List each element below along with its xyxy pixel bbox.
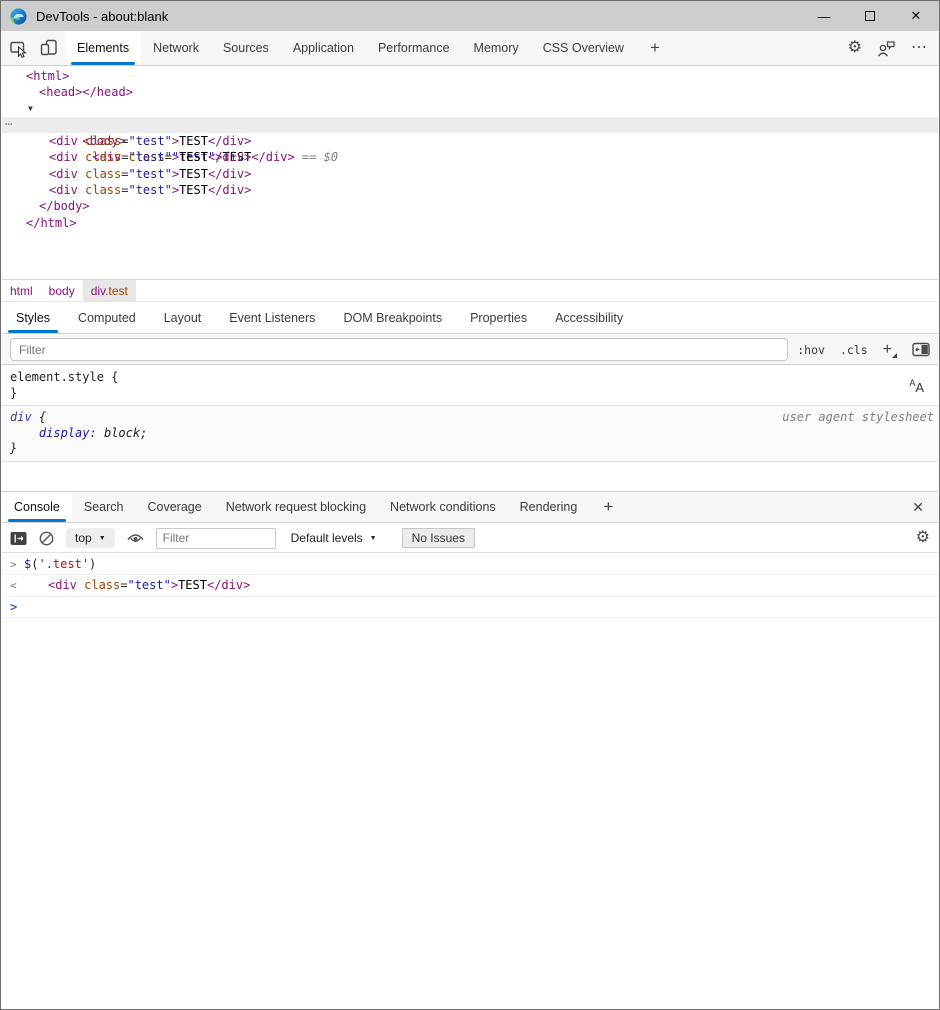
tab-application[interactable]: Application (281, 31, 366, 65)
tab-styles[interactable]: Styles (2, 302, 64, 333)
minimize-button[interactable]: — (801, 1, 847, 31)
breadcrumb: html body div.test (2, 279, 938, 301)
chevron-down-icon: ▼ (99, 535, 106, 542)
console-input-chevron-icon: > (10, 554, 24, 576)
tab-console[interactable]: Console (2, 492, 72, 522)
tab-search[interactable]: Search (72, 492, 136, 522)
console-prompt-chevron-icon: > (10, 597, 24, 617)
rule-element-style[interactable]: element.style { } AA (2, 366, 938, 406)
tab-accessibility[interactable]: Accessibility (541, 302, 637, 333)
window-controls: — ✕ (801, 1, 939, 31)
css-property-value[interactable]: block (104, 426, 140, 440)
styles-filter-bar: :hov .cls + (2, 335, 938, 365)
tab-performance[interactable]: Performance (366, 31, 462, 65)
dom-row-body-open[interactable]: ▼ <body> (2, 101, 938, 117)
tab-layout[interactable]: Layout (150, 302, 216, 333)
toggle-element-classes-button[interactable]: .cls (840, 343, 868, 357)
tab-rendering[interactable]: Rendering (508, 492, 590, 522)
dom-row-div[interactable]: <div class="test">TEST</div> (2, 149, 938, 165)
tab-network[interactable]: Network (141, 31, 211, 65)
more-tabs-button[interactable]: + (636, 31, 674, 65)
edge-logo-icon (10, 8, 27, 25)
execution-context-selector[interactable]: top▼ (66, 528, 115, 548)
devtools-window: DevTools - about:blank — ✕ Elements (0, 0, 940, 1010)
tab-css-overview[interactable]: CSS Overview (531, 31, 636, 65)
close-button[interactable]: ✕ (893, 1, 939, 31)
tab-dom-breakpoints[interactable]: DOM Breakpoints (329, 302, 456, 333)
new-style-rule-button[interactable]: + (883, 341, 897, 359)
window-title: DevTools - about:blank (36, 9, 168, 24)
tab-properties[interactable]: Properties (456, 302, 541, 333)
title-bar: DevTools - about:blank — ✕ (1, 1, 939, 31)
settings-gear-icon[interactable]: ⚙ (848, 40, 862, 56)
rule-user-agent-div[interactable]: user agent stylesheet div { display: blo… (2, 406, 938, 462)
toggle-hover-state-button[interactable]: :hov (797, 343, 825, 357)
styles-rules-list: element.style { } AA user agent styleshe… (2, 366, 938, 491)
tab-network-conditions[interactable]: Network conditions (378, 492, 508, 522)
console-toolbar: top▼ Default levels▼ No Issues ⚙ (2, 524, 938, 553)
breadcrumb-div-test[interactable]: div.test (83, 280, 136, 301)
console-output-row[interactable]: < <div class="test">TEST</div> (2, 575, 938, 597)
inspect-element-icon[interactable] (9, 39, 28, 58)
row-overflow-menu-icon[interactable]: ⋯ (5, 116, 13, 132)
dom-row-div[interactable]: <div class="test">TEST</div> (2, 133, 938, 149)
chevron-down-icon: ▼ (370, 535, 377, 542)
expand-arrow-icon[interactable]: ▼ (28, 101, 33, 117)
tab-network-request-blocking[interactable]: Network request blocking (214, 492, 378, 522)
styles-filter-input[interactable] (10, 338, 788, 361)
console-messages: > $('.test') < <div class="test">TEST</d… (2, 553, 938, 1008)
console-filter-input[interactable] (156, 528, 276, 549)
inline-style-selector[interactable]: element.style (10, 370, 104, 384)
live-expression-eye-icon[interactable] (126, 532, 145, 545)
more-drawer-tools-button[interactable]: + (589, 492, 627, 522)
feedback-icon[interactable] (877, 40, 896, 57)
main-toolbar: Elements Network Sources Application Per… (1, 31, 939, 66)
tab-coverage[interactable]: Coverage (135, 492, 213, 522)
stylesheet-origin-label: user agent stylesheet (782, 410, 934, 424)
drawer-tab-bar: Console Search Coverage Network request … (2, 491, 938, 523)
styles-pane-tabs: Styles Computed Layout Event Listeners D… (2, 301, 938, 334)
ua-rule-selector: div (10, 410, 32, 424)
dom-row-head[interactable]: <head></head> (2, 84, 938, 100)
tab-computed[interactable]: Computed (64, 302, 150, 333)
css-property-name[interactable]: display (39, 426, 90, 440)
log-levels-selector[interactable]: Default levels▼ (291, 531, 377, 545)
dom-row-div[interactable]: <div class="test">TEST</div> (2, 166, 938, 182)
console-prompt[interactable]: > (2, 597, 938, 618)
tab-elements[interactable]: Elements (65, 31, 141, 65)
dom-row-body-close[interactable]: </body> (2, 198, 938, 214)
console-settings-gear-icon[interactable]: ⚙ (916, 530, 930, 546)
breadcrumb-body[interactable]: body (41, 280, 83, 301)
computed-sidebar-toggle-icon[interactable] (912, 342, 930, 357)
font-size-icon[interactable]: AA (909, 378, 924, 395)
dom-row-html-close[interactable]: </html> (2, 215, 938, 231)
dom-row-div[interactable]: <div class="test">TEST</div> (2, 182, 938, 198)
clear-console-icon[interactable] (38, 530, 55, 547)
dom-row-div-selected[interactable]: ⋯ <div class="test">TEST</div> == $0 (2, 117, 938, 133)
breadcrumb-html[interactable]: html (2, 280, 41, 301)
elements-dom-tree: <html> <head></head> ▼ <body> ⋯ <div cla… (2, 67, 938, 279)
tab-event-listeners[interactable]: Event Listeners (215, 302, 329, 333)
console-input-echo[interactable]: > $('.test') (2, 553, 938, 575)
dom-row-html-open[interactable]: <html> (2, 68, 938, 84)
more-options-icon[interactable]: ⋯ (911, 40, 927, 56)
device-toolbar-icon[interactable] (40, 39, 59, 57)
maximize-button[interactable] (847, 1, 893, 31)
close-drawer-icon[interactable]: ✕ (912, 492, 938, 522)
tab-sources[interactable]: Sources (211, 31, 281, 65)
console-sidebar-toggle-icon[interactable] (10, 531, 27, 546)
issues-count-badge[interactable]: No Issues (402, 528, 475, 548)
console-output-chevron-icon: < (10, 576, 24, 596)
tab-memory[interactable]: Memory (462, 31, 531, 65)
